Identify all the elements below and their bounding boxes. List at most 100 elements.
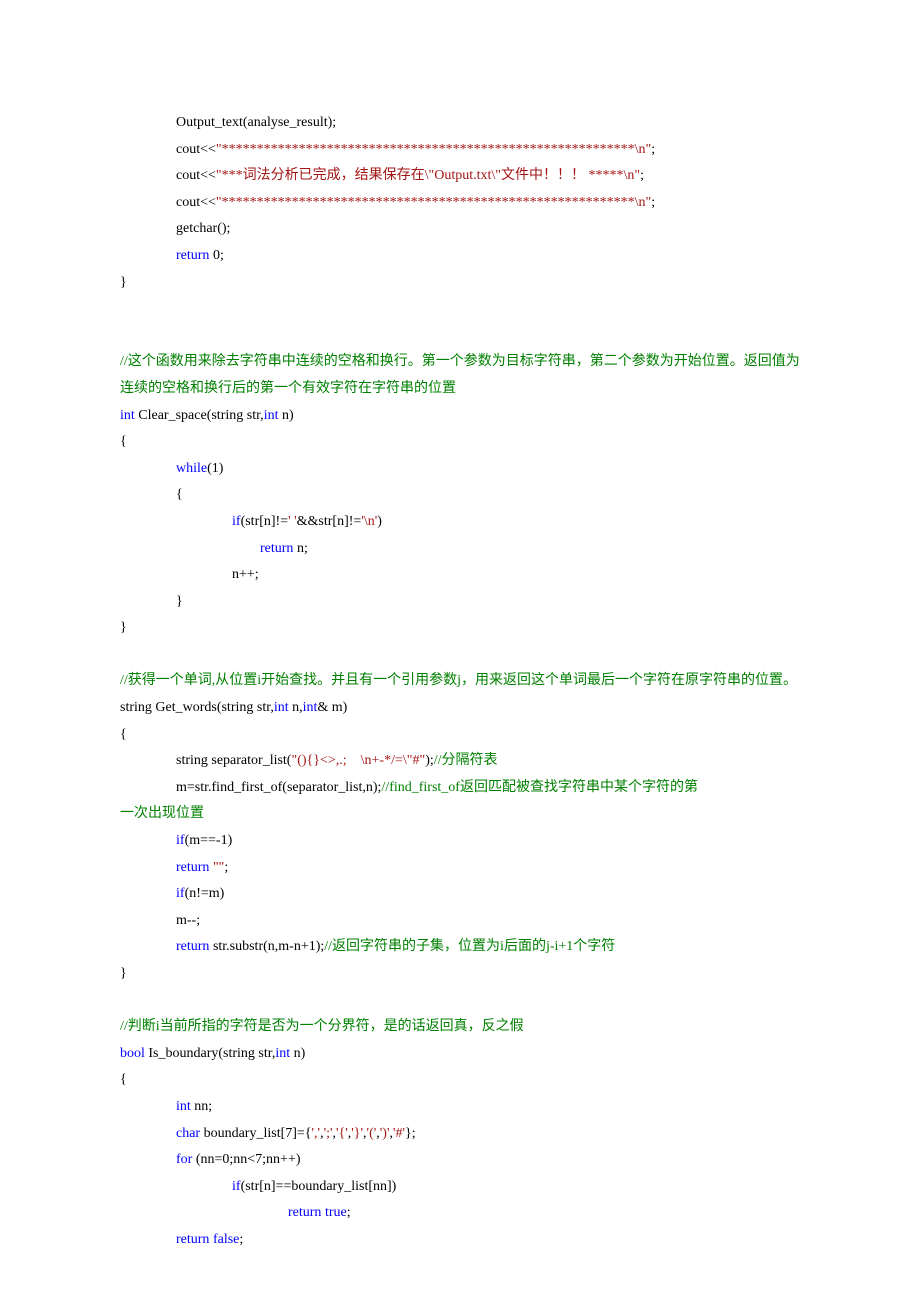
code-token: "***词法分析已完成，结果保存在\"Output.txt\"文件中！！！ **… [216, 168, 640, 183]
code-line: return str.substr(n,m-n+1);//返回字符串的子集，位置… [120, 934, 800, 961]
code-token: (str[n]!= [241, 514, 289, 529]
code-token: int [274, 700, 289, 715]
code-token: (str[n]==boundary_list[nn]) [241, 1179, 397, 1194]
code-token: '#' [393, 1126, 405, 1141]
code-line: //获得一个单词,从位置i开始查找。并且有一个引用参数j，用来返回这个单词最后一… [120, 668, 800, 695]
code-token: (n!=m) [185, 886, 225, 901]
code-token: //分隔符表 [434, 753, 498, 768]
code-line: string separator_list("(){}<>,.; \n+-*/=… [120, 748, 800, 775]
code-token: return [260, 541, 293, 556]
code-token: if [176, 833, 185, 848]
code-line: { [120, 1067, 800, 1094]
indent [120, 142, 176, 157]
code-token: ; [224, 860, 228, 875]
code-token: Is_boundary(string str, [145, 1046, 275, 1061]
code-token: '(' [367, 1126, 377, 1141]
code-line: m=str.find_first_of(separator_list,n);//… [120, 775, 800, 802]
indent [120, 594, 176, 609]
code-token: nn; [191, 1099, 212, 1114]
code-token: Output_text(analyse_result); [176, 115, 336, 130]
code-token: int [120, 408, 135, 423]
code-line: if(str[n]==boundary_list[nn]) [120, 1174, 800, 1201]
code-token: ); [425, 753, 434, 768]
code-token: n) [290, 1046, 305, 1061]
code-line: if(str[n]!=' '&&str[n]!='\n') [120, 509, 800, 536]
code-token: n; [293, 541, 307, 556]
code-token: getchar(); [176, 221, 230, 236]
indent [120, 221, 176, 236]
code-line: return true; [120, 1200, 800, 1227]
code-token: (1) [207, 461, 223, 476]
code-line: return false; [120, 1227, 800, 1254]
code-token: str.substr(n,m-n+1); [209, 939, 324, 954]
indent [120, 939, 176, 954]
code-line: } [120, 589, 800, 616]
code-line: cout<<"*********************************… [120, 137, 800, 164]
code-line [120, 988, 800, 1015]
code-token: string Get_words(string str, [120, 700, 274, 715]
code-line: if(m==-1) [120, 828, 800, 855]
indent [120, 1126, 176, 1141]
code-line: getchar(); [120, 216, 800, 243]
code-token: return [176, 248, 209, 263]
code-token: "***************************************… [216, 142, 651, 157]
indent [120, 115, 176, 130]
code-token: { [120, 1072, 127, 1087]
code-token: ' ' [288, 514, 297, 529]
code-token: int [176, 1099, 191, 1114]
indent [120, 886, 176, 901]
code-token: ; [651, 195, 655, 210]
code-token: return [176, 1232, 209, 1247]
code-token: 0; [209, 248, 223, 263]
code-token: ',' [312, 1126, 321, 1141]
indent [120, 913, 176, 928]
code-token: } [120, 275, 127, 290]
code-line: cout<<"***词法分析已完成，结果保存在\"Output.txt\"文件中… [120, 163, 800, 190]
code-token: return [176, 939, 209, 954]
indent [120, 753, 176, 768]
code-token: } [120, 966, 127, 981]
indent [120, 1152, 176, 1167]
code-line: } [120, 615, 800, 642]
code-token: int [303, 700, 318, 715]
code-token: (m==-1) [185, 833, 233, 848]
code-token: //判断i当前所指的字符是否为一个分界符，是的话返回真，反之假 [120, 1019, 524, 1034]
code-token: for [176, 1152, 192, 1167]
code-token: ; [347, 1205, 351, 1220]
code-line: { [120, 482, 800, 509]
code-line: int Clear_space(string str,int n) [120, 403, 800, 430]
indent [120, 487, 176, 502]
code-block: Output_text(analyse_result); cout<<"****… [120, 110, 800, 1254]
code-token: } [176, 594, 183, 609]
code-line: } [120, 270, 800, 297]
code-token: '\n' [361, 514, 377, 529]
indent [120, 461, 176, 476]
code-token: n) [278, 408, 293, 423]
code-token: cout<< [176, 142, 216, 157]
code-line: return ""; [120, 855, 800, 882]
code-token: int [275, 1046, 290, 1061]
code-line [120, 642, 800, 669]
indent [120, 541, 260, 556]
code-token: return [176, 860, 209, 875]
code-token: string separator_list( [176, 753, 291, 768]
code-line: m--; [120, 908, 800, 935]
code-token: bool [120, 1046, 145, 1061]
code-line: { [120, 429, 800, 456]
indent [120, 567, 232, 582]
code-line: cout<<"*********************************… [120, 190, 800, 217]
code-token: true [325, 1205, 347, 1220]
code-token: "(){}<>,.; \n+-*/=\"#" [291, 753, 425, 768]
indent [120, 1205, 288, 1220]
code-token: ) [377, 514, 382, 529]
code-token: ; [239, 1232, 243, 1247]
code-token: { [176, 487, 183, 502]
code-token: "" [213, 860, 224, 875]
code-line [120, 296, 800, 323]
code-token: "***************************************… [216, 195, 651, 210]
code-token: cout<< [176, 168, 216, 183]
code-line: { [120, 722, 800, 749]
indent [120, 195, 176, 210]
code-token: { [120, 434, 127, 449]
indent [120, 780, 176, 795]
